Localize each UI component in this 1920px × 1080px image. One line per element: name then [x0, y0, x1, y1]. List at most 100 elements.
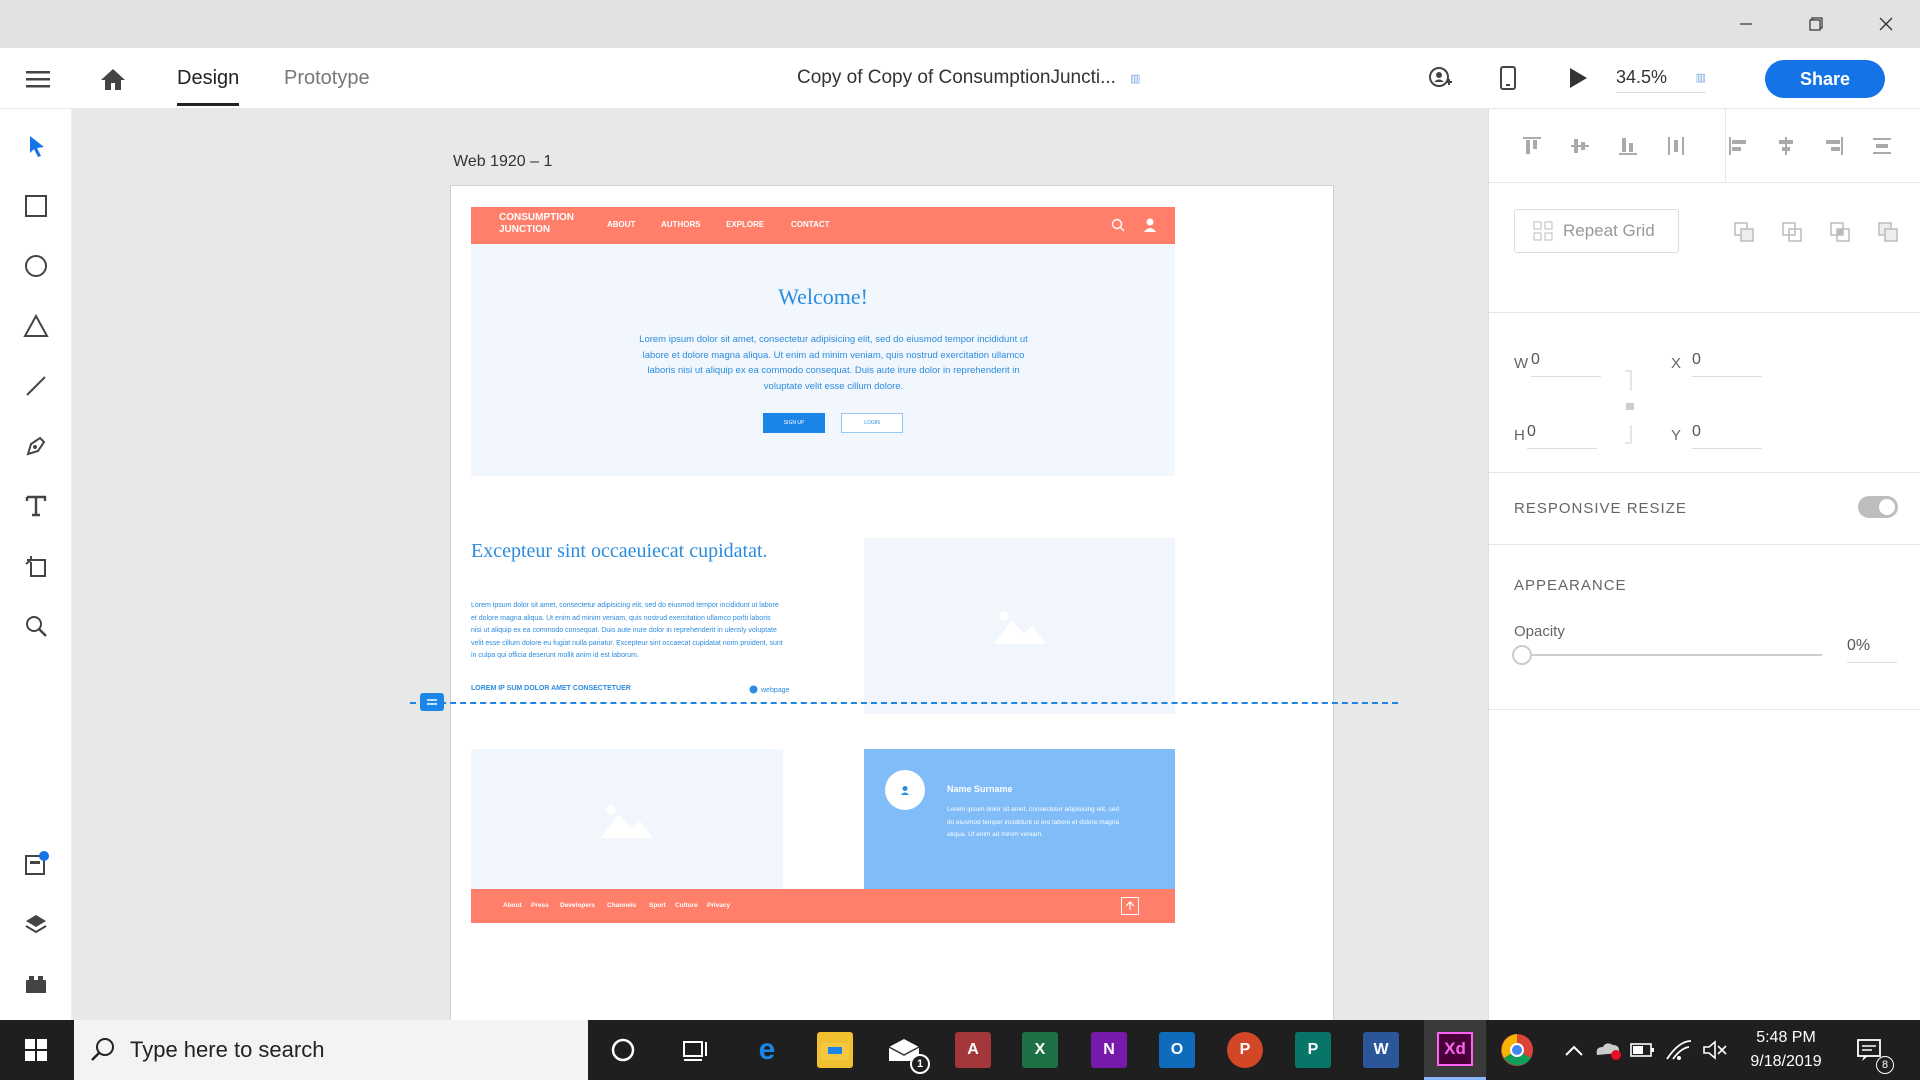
footer-link[interactable]: About [503, 902, 522, 909]
word-icon[interactable]: W [1363, 1032, 1399, 1068]
nav-authors[interactable]: AUTHORS [661, 220, 701, 229]
section-title[interactable]: Excepteur sint occaeuiecat cupidatat. [471, 538, 771, 565]
hero-text[interactable]: Lorem ipsum dolor sit amet, consectetur … [636, 332, 1031, 394]
site-logo[interactable]: CONSUMPTION JUNCTION [499, 212, 589, 236]
onedrive-error-icon[interactable] [1590, 1032, 1626, 1068]
task-view-icon[interactable] [677, 1032, 713, 1068]
align-left-icon[interactable] [1727, 135, 1749, 162]
responsive-resize-toggle[interactable] [1858, 496, 1898, 518]
close-icon[interactable] [1856, 0, 1916, 48]
footer-link[interactable]: Sport [649, 902, 666, 909]
user-icon[interactable] [1143, 217, 1157, 238]
artboard-label[interactable]: Web 1920 – 1 [453, 153, 552, 171]
chrome-icon[interactable] [1499, 1032, 1535, 1068]
excel-icon[interactable]: X [1022, 1032, 1058, 1068]
signup-button[interactable]: SIGN UP [763, 413, 825, 433]
align-right-icon[interactable] [1823, 135, 1845, 162]
select-icon[interactable] [16, 126, 56, 166]
access-icon[interactable]: A [955, 1032, 991, 1068]
align-center-icon[interactable] [1775, 135, 1797, 162]
play-preview-icon[interactable] [1562, 62, 1594, 94]
polygon-icon[interactable] [16, 306, 56, 346]
mail-icon[interactable]: 1 [886, 1032, 930, 1074]
text-icon[interactable] [16, 486, 56, 526]
document-title[interactable]: Copy of Copy of ConsumptionJuncti... ▥ [797, 48, 1140, 108]
boolean-add-icon[interactable] [1733, 221, 1755, 248]
taskbar-search-input[interactable]: Type here to search [74, 1020, 588, 1080]
opacity-slider-track[interactable] [1522, 654, 1822, 656]
align-top-icon[interactable] [1521, 135, 1543, 162]
onenote-icon[interactable]: N [1091, 1032, 1127, 1068]
back-to-top-icon[interactable] [1121, 897, 1139, 915]
distribute-horizontal-icon[interactable] [1665, 135, 1687, 162]
footer-link[interactable]: Channels [607, 902, 636, 909]
ellipse-icon[interactable] [16, 246, 56, 286]
card-name[interactable]: Name Surname [947, 784, 1013, 794]
outlook-icon[interactable]: O [1159, 1032, 1195, 1068]
opacity-field[interactable]: 0% [1847, 637, 1897, 663]
width-field[interactable]: 0 [1531, 351, 1601, 377]
boolean-subtract-icon[interactable] [1781, 221, 1803, 248]
repeat-grid-button[interactable]: Repeat Grid [1514, 209, 1679, 253]
image-placeholder[interactable] [471, 749, 783, 890]
hamburger-menu-icon[interactable] [20, 63, 56, 95]
x-field[interactable]: 0 [1692, 351, 1762, 377]
hero-section[interactable]: Welcome! Lorem ipsum dolor sit amet, con… [471, 244, 1175, 476]
minimize-icon[interactable] [1716, 0, 1776, 48]
profile-card[interactable]: Name Surname Lorem ipsum dolor sit amet,… [864, 749, 1175, 890]
boolean-exclude-icon[interactable] [1877, 221, 1899, 248]
search-icon[interactable] [1111, 218, 1125, 237]
y-field[interactable]: 0 [1692, 423, 1762, 449]
action-center-icon[interactable]: 8 [1852, 1032, 1894, 1074]
distribute-vertical-icon[interactable] [1871, 135, 1893, 162]
pen-icon[interactable] [16, 426, 56, 466]
home-icon[interactable] [96, 62, 130, 96]
nav-contact[interactable]: CONTACT [791, 220, 830, 229]
height-field[interactable]: 0 [1527, 423, 1597, 449]
footer-link[interactable]: Press [531, 902, 549, 909]
xd-taskbar-button[interactable]: Xd [1424, 1020, 1486, 1080]
align-middle-icon[interactable] [1569, 135, 1591, 162]
lock-aspect-icon[interactable] [1623, 369, 1637, 450]
login-button[interactable]: LOGIN [841, 413, 903, 433]
publisher-icon[interactable]: P [1295, 1032, 1331, 1068]
image-placeholder[interactable] [864, 538, 1175, 714]
powerpoint-icon[interactable]: P [1227, 1032, 1263, 1068]
windows-start-icon[interactable] [18, 1032, 54, 1068]
restore-icon[interactable] [1786, 0, 1846, 48]
tab-prototype[interactable]: Prototype [284, 48, 370, 108]
footer-link[interactable]: Culture [675, 902, 698, 909]
rectangle-icon[interactable] [16, 186, 56, 226]
share-button[interactable]: Share [1765, 60, 1885, 98]
site-footer[interactable]: About Press Developers Channels Sport Cu… [471, 889, 1175, 923]
zoom-level[interactable]: 34.5% ▥ [1616, 63, 1706, 93]
hero-title[interactable]: Welcome! [471, 284, 1175, 310]
tab-design[interactable]: Design [177, 48, 240, 108]
scroll-guide-line[interactable] [410, 702, 1398, 704]
share-user-icon[interactable] [1424, 62, 1456, 94]
footer-link[interactable]: Privacy [707, 902, 730, 909]
assets-icon[interactable] [16, 844, 56, 884]
layers-icon[interactable] [16, 904, 56, 944]
nav-about[interactable]: ABOUT [607, 220, 635, 229]
footer-link[interactable]: Developers [560, 902, 595, 909]
site-header[interactable]: CONSUMPTION JUNCTION ABOUT AUTHORS EXPLO… [471, 207, 1175, 244]
battery-icon[interactable] [1625, 1032, 1661, 1068]
volume-muted-icon[interactable] [1697, 1032, 1733, 1068]
artboard[interactable]: CONSUMPTION JUNCTION ABOUT AUTHORS EXPLO… [450, 185, 1334, 1020]
align-bottom-icon[interactable] [1617, 135, 1639, 162]
plugins-icon[interactable] [16, 964, 56, 1004]
opacity-slider-knob[interactable] [1512, 645, 1532, 665]
wifi-icon[interactable] [1660, 1032, 1696, 1068]
artboard-icon[interactable] [16, 546, 56, 586]
boolean-intersect-icon[interactable] [1829, 221, 1851, 248]
device-preview-icon[interactable] [1492, 62, 1524, 94]
system-clock[interactable]: 5:48 PM 9/18/2019 [1736, 1026, 1836, 1074]
chevron-up-icon[interactable] [1556, 1032, 1592, 1068]
card-text[interactable]: Lorem ipsum dolor sit amet, consectetur … [947, 804, 1127, 842]
edge-icon[interactable]: e [749, 1032, 785, 1068]
section-text[interactable]: Lorem ipsum dolor sit amet, consectetur … [471, 600, 783, 663]
section-link[interactable]: LOREM IP SUM DOLOR AMET CONSECTETUER [471, 685, 631, 692]
section-webpage-link[interactable]: webpage [749, 685, 789, 696]
line-icon[interactable] [16, 366, 56, 406]
